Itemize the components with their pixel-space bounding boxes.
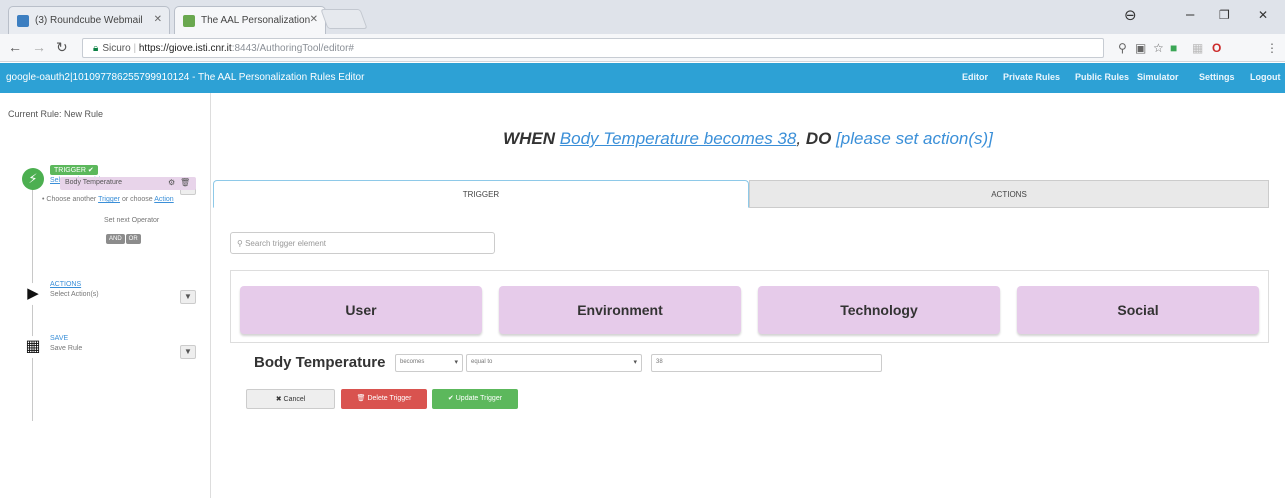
next-operator-label: Set next Operator bbox=[104, 217, 160, 224]
opera-extension-icon[interactable]: O bbox=[1212, 41, 1221, 55]
nav-simulator[interactable]: Simulator bbox=[1137, 72, 1179, 82]
nav-logout[interactable]: Logout bbox=[1250, 72, 1281, 82]
browser-tab-aal[interactable]: The AAL Personalization ✕ bbox=[174, 6, 326, 34]
operator-select[interactable]: equal to ▾ bbox=[466, 354, 642, 372]
roundcube-favicon-icon bbox=[17, 15, 29, 27]
category-social-button[interactable]: Social bbox=[1017, 286, 1259, 334]
lock-icon: 🔒︎ bbox=[93, 43, 99, 54]
extension-green-icon[interactable]: ■ bbox=[1170, 41, 1177, 55]
becomes-select-value: becomes bbox=[400, 359, 425, 365]
nav-public-rules[interactable]: Public Rules bbox=[1075, 72, 1129, 82]
url-host: https://giove.isti.cnr.it bbox=[138, 43, 232, 54]
expand-save-button[interactable]: ▼ bbox=[180, 345, 196, 359]
operator-buttons: AND OR bbox=[106, 231, 141, 244]
choose-another-text: • Choose another Trigger or choose Actio… bbox=[42, 196, 174, 203]
close-tab-icon[interactable]: ✕ bbox=[154, 14, 162, 25]
tab-actions[interactable]: ACTIONS bbox=[749, 180, 1269, 208]
category-user-button[interactable]: User bbox=[240, 286, 482, 334]
maximize-icon[interactable]: ❐ bbox=[1219, 8, 1230, 22]
delete-trigger-button[interactable]: 🗑︎ Delete Trigger bbox=[341, 389, 427, 409]
nav-private-rules[interactable]: Private Rules bbox=[1003, 72, 1060, 82]
extension-grid-icon[interactable]: ▦ bbox=[1192, 41, 1203, 55]
update-label: Update Trigger bbox=[455, 395, 503, 402]
trash-icon: 🗑︎ bbox=[356, 395, 366, 402]
trigger-step-icon: ⚡︎ bbox=[22, 168, 44, 190]
action-step-badge[interactable]: ACTIONS bbox=[50, 281, 81, 288]
close-window-icon[interactable]: ✕ bbox=[1258, 8, 1268, 22]
cancel-label: Cancel bbox=[283, 396, 306, 403]
search-placeholder: Search trigger element bbox=[245, 239, 327, 248]
select-actions-label: Select Action(s) bbox=[50, 291, 99, 298]
url-path: :8443/AuthoringTool/editor# bbox=[231, 43, 354, 54]
aal-favicon-icon bbox=[183, 15, 195, 27]
reload-icon[interactable]: ↻ bbox=[56, 39, 68, 56]
tab-title: (3) Roundcube Webmail bbox=[35, 15, 143, 26]
category-environment-button[interactable]: Environment bbox=[499, 286, 741, 334]
when-keyword: WHEN bbox=[503, 129, 556, 148]
delete-label: Delete Trigger bbox=[367, 395, 412, 402]
close-tab-icon[interactable]: ✕ bbox=[310, 14, 318, 25]
delete-icon[interactable]: 🗑︎ bbox=[180, 178, 190, 187]
rule-action-placeholder[interactable]: [please set action(s)] bbox=[836, 129, 993, 148]
bookmark-star-icon[interactable]: ☆ bbox=[1153, 41, 1164, 55]
tab-title: The AAL Personalization bbox=[201, 15, 311, 26]
zoom-icon[interactable]: ⚲ bbox=[1118, 41, 1127, 55]
profile-icon[interactable]: ⊖ bbox=[1124, 6, 1137, 24]
do-keyword: DO bbox=[805, 129, 832, 148]
choose-trigger-link[interactable]: Trigger bbox=[98, 196, 120, 203]
search-icon: ⚲ bbox=[237, 239, 243, 248]
trigger-status-badge: TRIGGER ✔ bbox=[50, 165, 98, 175]
operator-select-value: equal to bbox=[471, 359, 493, 365]
rule-trigger-link[interactable]: Body Temperature becomes 38 bbox=[560, 129, 797, 148]
tab-trigger[interactable]: TRIGGER bbox=[213, 180, 749, 208]
app-navbar: google-oauth2|101097786255799910124 - Th… bbox=[0, 63, 1285, 93]
value-input-text: 38 bbox=[656, 359, 663, 365]
value-input[interactable]: 38 bbox=[651, 354, 882, 372]
or-operator-button[interactable]: OR bbox=[125, 234, 141, 244]
browser-toolbar: ← → ↻ 🔒︎ Sicuro | https://giove.isti.cnr.… bbox=[0, 34, 1285, 62]
rule-summary: WHEN Body Temperature becomes 38, DO [pl… bbox=[503, 129, 993, 148]
address-bar[interactable]: 🔒︎ Sicuro | https://giove.isti.cnr.it:844… bbox=[82, 38, 1104, 58]
expand-action-button[interactable]: ▼ bbox=[180, 290, 196, 304]
menu-dots-icon[interactable]: ⋮ bbox=[1266, 41, 1278, 55]
app-title[interactable]: google-oauth2|101097786255799910124 - Th… bbox=[6, 72, 364, 83]
condition-label: Body Temperature bbox=[254, 354, 386, 371]
becomes-select[interactable]: becomes ▾ bbox=[395, 354, 463, 372]
save-rule-label: Save Rule bbox=[50, 345, 83, 352]
back-icon[interactable]: ← bbox=[8, 39, 22, 55]
settings-icon[interactable]: ⚙ bbox=[168, 178, 175, 187]
security-label: Sicuro bbox=[102, 43, 131, 54]
browser-tab-roundcube[interactable]: (3) Roundcube Webmail ✕ bbox=[8, 6, 170, 34]
new-tab-button[interactable] bbox=[320, 9, 368, 29]
trigger-item-label: Body Temperature bbox=[65, 179, 123, 186]
search-trigger-input[interactable]: ⚲ Search trigger element bbox=[230, 232, 495, 254]
and-operator-button[interactable]: AND bbox=[106, 234, 125, 244]
chevron-down-icon: ▾ bbox=[633, 359, 637, 366]
minimize-icon[interactable]: – bbox=[1186, 6, 1194, 23]
check-icon: ✔ bbox=[447, 395, 454, 402]
chevron-down-icon: ▾ bbox=[454, 359, 458, 366]
category-technology-button[interactable]: Technology bbox=[758, 286, 1000, 334]
choose-action-link[interactable]: Action bbox=[154, 196, 173, 203]
translate-icon[interactable]: ▣ bbox=[1135, 41, 1146, 55]
rule-sidebar: Current Rule: New Rule ⚡︎ TRIGGER ✔ Sele… bbox=[0, 93, 211, 498]
browser-tab-bar: (3) Roundcube Webmail ✕ The AAL Personal… bbox=[0, 0, 1285, 34]
cancel-button[interactable]: ✖ Cancel bbox=[246, 389, 335, 409]
nav-settings[interactable]: Settings bbox=[1199, 72, 1235, 82]
choose-another-label: Choose another bbox=[46, 196, 97, 203]
action-play-icon: ▶ bbox=[22, 283, 44, 305]
selected-trigger-item[interactable]: Body Temperature ⚙ 🗑︎ bbox=[60, 177, 196, 190]
cancel-x-icon: ✖ bbox=[275, 396, 282, 403]
save-disk-icon: ▦ bbox=[22, 336, 44, 358]
or-choose-label: or choose bbox=[121, 196, 153, 203]
forward-icon[interactable]: → bbox=[32, 39, 46, 55]
save-step-badge[interactable]: SAVE bbox=[50, 335, 68, 342]
nav-editor[interactable]: Editor bbox=[962, 72, 988, 82]
update-trigger-button[interactable]: ✔ Update Trigger bbox=[432, 389, 518, 409]
current-rule-label: Current Rule: New Rule bbox=[8, 109, 104, 119]
